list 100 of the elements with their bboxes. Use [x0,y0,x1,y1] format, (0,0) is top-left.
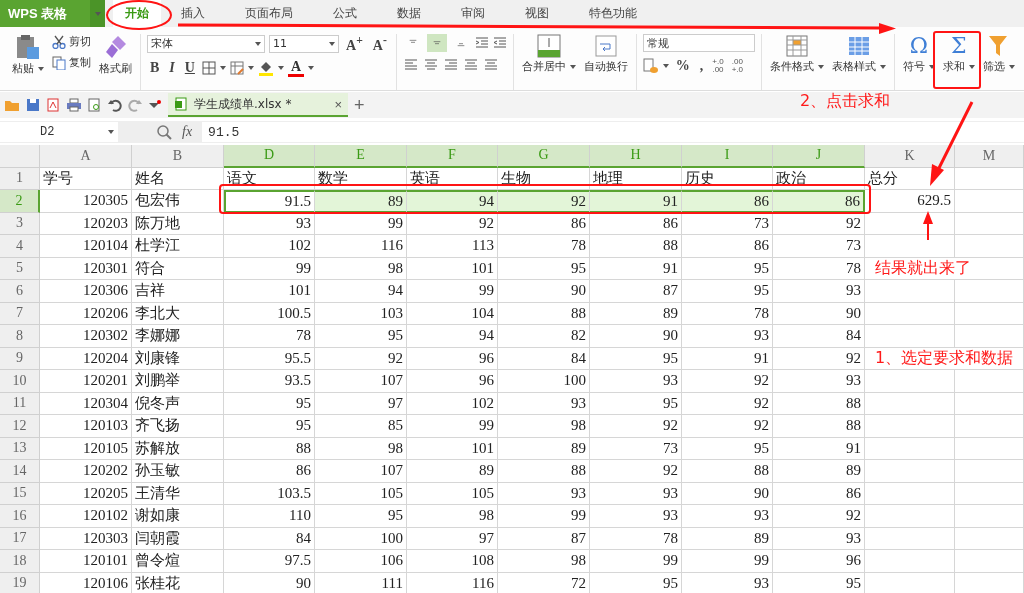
caret-icon[interactable] [928,64,935,69]
table-style-button[interactable]: 表格样式 [829,34,888,90]
text-align-icon[interactable] [462,58,479,70]
formula-input[interactable]: 91.5 [202,122,1024,142]
column-header[interactable]: B [132,145,224,168]
row-header[interactable]: 13 [0,437,40,460]
caret-icon[interactable] [255,41,261,46]
grow-font-button[interactable]: A$^{+}$ [343,34,366,54]
row-header[interactable]: 14 [0,460,40,483]
copy-button[interactable]: 复制 [50,55,93,70]
row-header[interactable]: 9 [0,347,40,370]
caret-icon[interactable] [308,66,315,71]
ribbon-tab[interactable]: 公式 [313,0,377,27]
empty-cell [955,527,1024,550]
font-name-dropdown[interactable]: 宋体 [147,34,265,53]
column-header[interactable]: K [865,145,955,168]
text-align-icon[interactable] [442,58,459,70]
pdf-icon[interactable] [46,98,60,112]
new-tab-button[interactable]: + [354,94,365,116]
caret-icon[interactable] [879,64,886,69]
row-header[interactable]: 8 [0,325,40,348]
row-header[interactable]: 12 [0,415,40,438]
indent-icon[interactable] [474,37,489,49]
caret-icon[interactable] [968,64,975,69]
font-style-button[interactable]: I [166,60,178,77]
undo-icon[interactable] [108,98,122,112]
table-cell: 99 [407,415,498,438]
zoom-icon[interactable] [156,124,172,140]
caret-icon[interactable] [1008,64,1015,69]
table-cell: 89 [682,527,773,550]
customize-menu-icon[interactable] [148,99,162,111]
percent-button[interactable]: % [672,58,693,74]
caret-icon[interactable] [569,64,576,69]
scissors-icon [52,34,66,49]
vertical-align-button[interactable] [426,34,447,52]
caret-icon[interactable] [817,64,824,69]
row-header[interactable]: 1 [0,167,40,190]
row-header[interactable]: 5 [0,257,40,280]
text-align-icon[interactable] [422,58,439,70]
close-tab-button[interactable]: × [334,96,342,112]
font-style-button[interactable]: B [147,60,163,77]
paste-button[interactable]: 粘贴 [10,34,46,90]
row-header[interactable]: 17 [0,527,40,550]
table-cell: 95 [590,572,682,593]
row-header[interactable]: 6 [0,280,40,303]
document-tab[interactable]: 学生成绩单.xlsx * × [168,93,348,117]
caret-icon[interactable] [108,130,114,134]
font-color-button[interactable]: A [287,59,305,77]
caret-icon[interactable] [662,64,669,68]
conditional-format-button[interactable]: 条件格式 [767,34,826,90]
print-preview-icon[interactable] [88,98,102,112]
table-cell: 103 [315,302,407,325]
decimal-button[interactable]: +.0 .00 [710,58,726,74]
ribbon-tab[interactable]: 视图 [505,0,569,27]
row-header[interactable]: 4 [0,235,40,258]
save-icon[interactable] [26,98,40,112]
column-header[interactable]: M [955,145,1024,168]
ribbon-tab[interactable]: 特色功能 [569,0,657,27]
format-painter-button[interactable]: 格式刷 [97,34,134,90]
name-box[interactable]: D2 [0,122,118,142]
font-style-button[interactable]: U [181,60,198,77]
ribbon-tab[interactable]: 审阅 [441,0,505,27]
cut-button[interactable]: 剪切 [50,34,93,49]
comma-button[interactable]: , [696,58,707,74]
ribbon-tab[interactable]: 数据 [377,0,441,27]
cell-style-icon[interactable] [229,61,244,76]
filter-button[interactable]: 筛选 [980,34,1017,90]
caret-icon[interactable] [219,66,226,71]
caret-icon[interactable] [329,41,335,46]
ribbon-tab[interactable]: 页面布局 [225,0,313,27]
number-format-dropdown[interactable]: 常规 [642,34,755,52]
column-header[interactable]: A [40,145,132,168]
shrink-font-button[interactable]: A$^{-}$ [369,34,390,54]
caret-icon[interactable] [247,66,254,71]
printer-icon[interactable] [66,98,82,112]
caret-icon[interactable] [38,66,44,71]
borders-icon[interactable] [201,61,216,76]
row-header[interactable]: 19 [0,572,40,593]
text-align-icon[interactable] [402,58,419,70]
sum-button[interactable]: Σ 求和 [940,34,977,90]
decimal-button[interactable]: .00 +.0 [729,58,745,74]
row-header[interactable]: 16 [0,505,40,528]
font-size-dropdown[interactable]: 11 [269,34,339,53]
row-header[interactable]: 18 [0,550,40,573]
row-header[interactable]: 15 [0,482,40,505]
table-cell: 97 [315,392,407,415]
symbol-button[interactable]: Ω 符号 [900,34,937,90]
table-cell: 95 [682,280,773,303]
ribbon-tab[interactable]: 插入 [161,0,225,27]
row-header[interactable]: 10 [0,370,40,393]
row-header[interactable]: 3 [0,212,40,235]
insert-function-button[interactable]: fx [182,124,193,140]
caret-icon[interactable] [277,66,284,71]
merge-center-button[interactable]: 合并居中 [519,34,578,90]
row-header[interactable]: 7 [0,302,40,325]
wrap-text-button[interactable]: 自动换行 [581,34,630,90]
text-align-icon[interactable] [482,58,499,70]
fill-color-icon[interactable] [257,60,274,77]
indent-icon[interactable] [492,37,507,49]
row-header[interactable]: 11 [0,392,40,415]
